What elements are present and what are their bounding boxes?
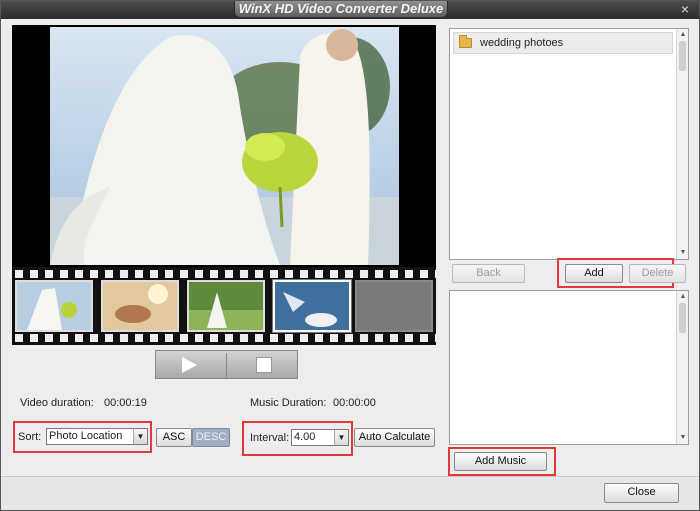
footer-bar: Close <box>1 476 699 510</box>
delete-button[interactable]: Delete <box>629 264 686 283</box>
sort-selected-value: Photo Location <box>49 430 123 442</box>
video-duration-label: Video duration: <box>20 397 94 409</box>
music-list-panel[interactable]: ▲ ▼ <box>449 290 689 445</box>
close-button[interactable]: Close <box>604 483 679 503</box>
scroll-thumb[interactable] <box>679 303 686 333</box>
photo-list-panel[interactable]: wedding photoes ▲ ▼ <box>449 28 689 260</box>
music-duration-label: Music Duration: <box>250 397 327 409</box>
list-item[interactable]: wedding photoes <box>453 32 673 54</box>
music-list-scrollbar[interactable]: ▲ ▼ <box>676 291 688 444</box>
desc-button[interactable]: DESC <box>192 428 230 447</box>
app-window: WinX HD Video Converter Deluxe × Video d… <box>0 0 700 511</box>
chevron-down-icon: ▼ <box>334 430 348 445</box>
playback-controls <box>155 350 298 379</box>
add-button[interactable]: Add <box>565 264 623 283</box>
photo-list-scrollbar[interactable]: ▲ ▼ <box>676 29 688 259</box>
filmstrip <box>12 267 436 345</box>
interval-selected-value: 4.00 <box>294 431 316 443</box>
title-bar[interactable]: WinX HD Video Converter Deluxe × <box>1 1 699 19</box>
window-close-icon[interactable]: × <box>681 1 689 18</box>
chevron-down-icon: ▼ <box>133 429 147 444</box>
sort-select[interactable]: Photo Location ▼ <box>46 428 148 445</box>
thumbnail-empty <box>355 280 433 332</box>
music-duration-value: 00:00:00 <box>333 397 376 409</box>
interval-select[interactable]: 4.00 ▼ <box>291 429 349 446</box>
window-title: WinX HD Video Converter Deluxe <box>234 1 448 18</box>
video-duration-value: 00:00:19 <box>104 397 147 409</box>
preview-photo <box>50 27 399 265</box>
thumbnail-3[interactable] <box>187 280 265 332</box>
play-icon[interactable] <box>182 357 197 373</box>
folder-name: wedding photoes <box>480 37 564 49</box>
sort-label: Sort: <box>18 431 42 443</box>
stop-icon[interactable] <box>256 357 272 373</box>
asc-button[interactable]: ASC <box>156 428 192 447</box>
thumbnail-2[interactable] <box>101 280 179 332</box>
auto-calculate-button[interactable]: Auto Calculate <box>354 428 435 447</box>
scroll-up-icon[interactable]: ▲ <box>679 31 687 39</box>
scroll-down-icon[interactable]: ▼ <box>679 434 687 442</box>
add-music-button[interactable]: Add Music <box>454 452 547 471</box>
back-button[interactable]: Back <box>452 264 525 283</box>
thumbnail-1[interactable] <box>15 280 93 332</box>
thumbnail-4[interactable] <box>273 280 351 332</box>
scroll-thumb[interactable] <box>679 41 686 71</box>
folder-icon <box>459 35 472 48</box>
scroll-down-icon[interactable]: ▼ <box>679 249 687 257</box>
interval-label: Interval: <box>250 432 290 444</box>
scroll-up-icon[interactable]: ▲ <box>679 293 687 301</box>
